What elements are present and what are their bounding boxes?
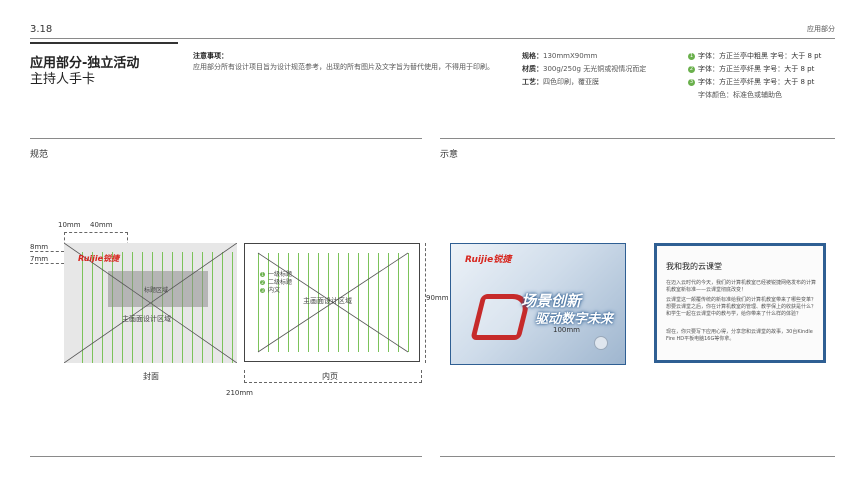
cover-logo-sample: Ruijie锐捷 <box>465 255 512 265</box>
inner-label: 内页 <box>322 372 338 381</box>
spec-size: 规格：130mmX90mm <box>522 51 597 62</box>
spec-size-value: 130mmX90mm <box>543 52 598 60</box>
cover-spec-card: Ruijie锐捷 标题区域 主画面设计区域 <box>64 243 237 363</box>
sample-inner-paper: 我和我的云课堂 在迈入云时代的今天，我们的计算机教室已经被锐捷网络发布的计算机教… <box>657 246 823 360</box>
section-label: 应用部分 <box>807 25 835 33</box>
dim-40mm: 40mm <box>90 221 113 229</box>
sample-inner-title: 我和我的云课堂 <box>666 262 722 271</box>
font-spec-2: 2 字体：方正兰亭纤黑 字号：大于 8 pt <box>688 64 814 75</box>
sample-inner-card: 我和我的云课堂 在迈入云时代的今天，我们的计算机教室已经被锐捷网络发布的计算机教… <box>654 243 826 363</box>
notes-body: 应用部分所有设计项目旨为设计规范参考，出现的所有图片及文字旨为替代使用，不得用于… <box>193 63 494 71</box>
dim-8mm: 8mm <box>30 243 49 251</box>
footer-rule-right <box>440 456 835 457</box>
dim-10mm: 10mm <box>58 221 81 229</box>
number-badge-3: 3 <box>688 78 695 86</box>
font-spec-1-text: 字体：方正兰亭中粗黑 字号：大于 8 pt <box>698 52 822 60</box>
cover-label: 封面 <box>143 372 159 381</box>
spec-material-value: 300g/250g 无光铜或视情况而定 <box>543 65 647 73</box>
font-spec-1: 1 字体：方正兰亭中粗黑 字号：大于 8 pt <box>688 51 821 62</box>
header-rule <box>30 38 835 39</box>
inner-badge-2: 2 <box>260 280 265 285</box>
dim-100mm: 100mm <box>553 326 580 334</box>
spec-process-value: 四色印刷，覆亚膜 <box>543 78 599 86</box>
cover-main-area-label: 主画面设计区域 <box>122 315 171 323</box>
inner-item-1-text: 一级标题 <box>268 271 293 278</box>
demo-section-rule <box>440 138 835 139</box>
spec-material: 材质：300g/250g 无光铜或视情况而定 <box>522 64 646 75</box>
spec-process: 工艺：四色印刷，覆亚膜 <box>522 77 599 88</box>
inner-item-3: 3 内文 <box>260 286 280 295</box>
dim-7mm: 7mm <box>30 255 49 263</box>
inner-item-2-text: 二级标题 <box>268 279 293 286</box>
inner-badge-3: 3 <box>260 288 265 293</box>
sample-cover-card: Ruijie锐捷 场景创新 驱动数字未来 100mm <box>450 243 626 365</box>
demo-section-label: 示意 <box>440 150 459 160</box>
inner-spec-card: 1 一级标题 2 二级标题 3 内文 主画面设计区域 <box>244 243 420 362</box>
sample-inner-p2: 云课堂这一颠覆传统的新标准给我们的计算机教室带来了哪些变革？想要云课堂之后，你在… <box>666 297 817 317</box>
number-badge-2: 2 <box>688 65 695 73</box>
font-spec-2-text: 字体：方正兰亭纤黑 字号：大于 8 pt <box>698 65 815 73</box>
font-spec-3: 3 字体：方正兰亭纤黑 字号：大于 8 pt <box>688 77 814 88</box>
page-number: 3.18 <box>30 24 53 35</box>
number-badge-1: 1 <box>688 52 695 60</box>
sample-inner-p3: 现在，你只要写下应用心得，分享您和云课堂的故事，30台Kindle Fire H… <box>666 329 813 342</box>
dim-90mm: 90mm <box>426 294 449 302</box>
footer-rule-left <box>30 456 422 457</box>
title-rule <box>30 42 178 44</box>
spec-section-label: 规范 <box>30 150 49 160</box>
font-spec-3-text: 字体：方正兰亭纤黑 字号：大于 8 pt <box>698 78 815 86</box>
inner-badge-1: 1 <box>260 272 265 277</box>
spec-size-label: 规格： <box>522 52 543 60</box>
dim-guide-left <box>30 251 64 252</box>
inner-item-3-text: 内文 <box>268 287 281 294</box>
spec-material-label: 材质： <box>522 65 543 73</box>
dim-210mm: 210mm <box>226 389 253 397</box>
spec-process-label: 工艺： <box>522 78 543 86</box>
sample-inner-p1: 在迈入云时代的今天，我们的计算机教室已经被锐捷网络发布的计算机教室新标准——云课… <box>666 280 817 293</box>
decor-circle <box>594 336 608 350</box>
spec-section-rule <box>30 138 422 139</box>
page-subtitle: 主持人手卡 <box>30 72 96 87</box>
inner-main-area-label: 主画面设计区域 <box>303 297 352 305</box>
notes-heading: 注意事项： <box>193 52 228 60</box>
font-color-spec: 字体颜色：标准色或辅助色 <box>698 91 782 99</box>
cover-logo: Ruijie锐捷 <box>78 254 120 263</box>
dim-guide-right <box>420 243 426 363</box>
cover-title-area-label: 标题区域 <box>144 287 169 294</box>
cover-slogan-line2: 驱动数字未来 <box>535 312 614 327</box>
